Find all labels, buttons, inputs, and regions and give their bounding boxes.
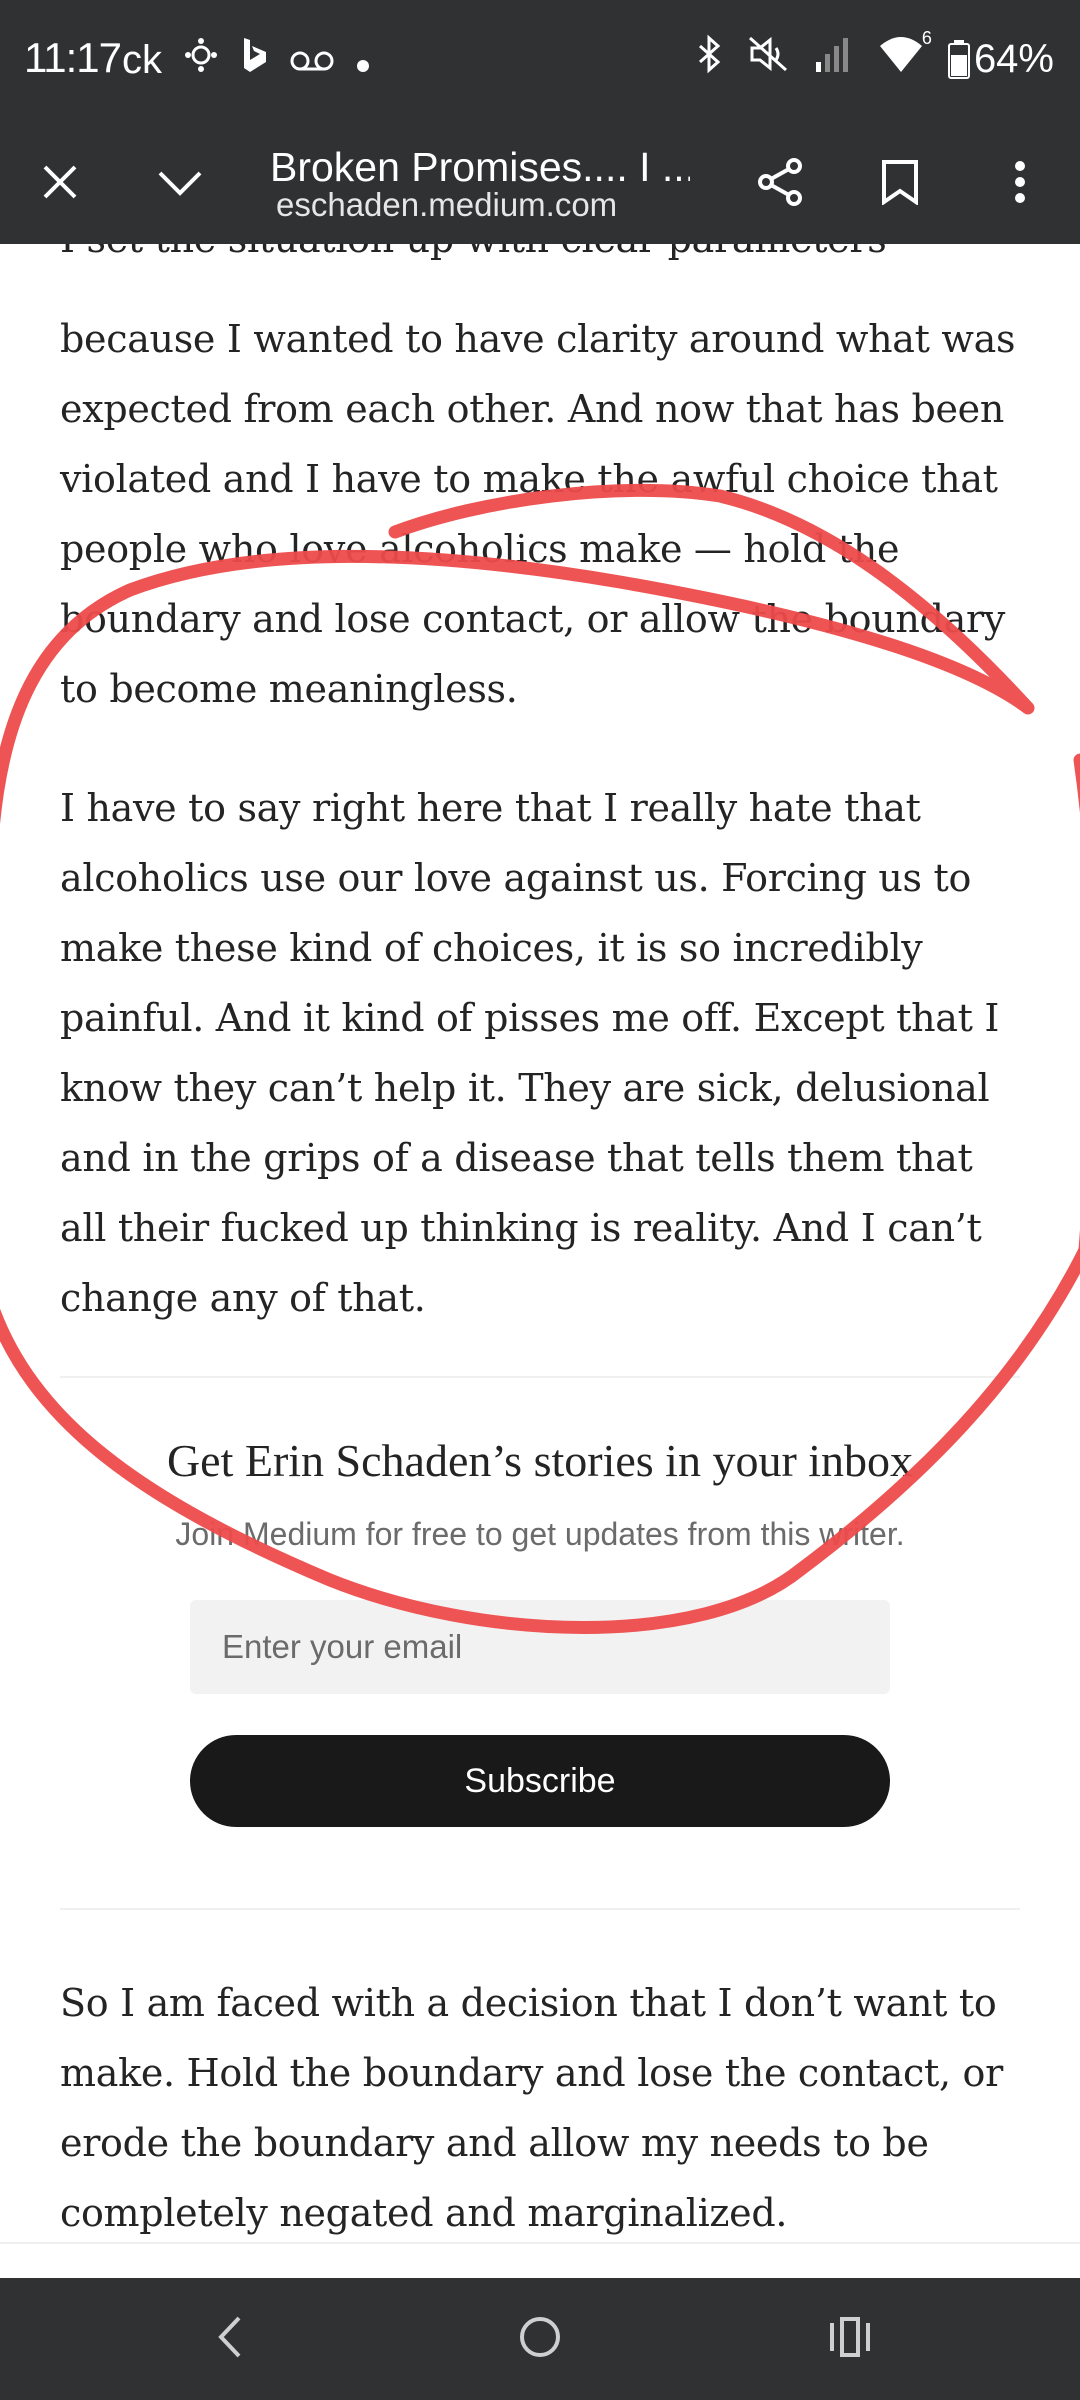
article-paragraph: So I am faced with a decision that I don… (60, 1981, 1003, 2235)
back-button[interactable] (150, 2278, 310, 2400)
voicemail-icon (290, 38, 334, 83)
battery-percent: 64% (973, 36, 1054, 81)
mute-icon (748, 34, 790, 84)
article-paragraph: because I wanted to have clarity around … (60, 317, 1016, 711)
subscribe-button[interactable]: Subscribe (190, 1735, 890, 1827)
chevron-down-icon (156, 167, 204, 202)
recents-icon (828, 2316, 872, 2362)
page-url[interactable]: eschaden.medium.com (276, 186, 617, 224)
close-tab-button[interactable] (10, 124, 110, 244)
signal-icon (814, 34, 854, 84)
system-icons: 6 64% (696, 28, 1054, 84)
bookmark-button[interactable] (850, 124, 950, 244)
notification-icons: ck (122, 36, 370, 84)
back-icon (215, 2314, 245, 2365)
subscribe-subheading: Join Medium for free to get updates from… (175, 1516, 905, 1552)
wifi-badge: 6 (921, 28, 932, 48)
wifi-icon: 6 (878, 28, 932, 84)
home-icon (518, 2315, 562, 2364)
cut-off-line-container: I set the situation up with clear parame… (0, 244, 1080, 278)
minimize-button[interactable] (130, 124, 230, 244)
mobile-data-icon (184, 37, 218, 83)
page-bottom-strip (0, 2242, 1080, 2280)
bing-icon (240, 36, 268, 84)
subscribe-heading: Get Erin Schaden’s stories in your inbox (166, 1435, 914, 1486)
ck-icon: ck (122, 37, 162, 82)
page-title[interactable]: Broken Promises.... I ... (270, 144, 690, 191)
cut-off-line: I set the situation up with clear parame… (60, 244, 1020, 274)
browser-toolbar: Broken Promises.... I ... eschaden.mediu… (0, 124, 1080, 244)
share-button[interactable] (730, 124, 830, 244)
recents-button[interactable] (770, 2278, 930, 2400)
close-icon (41, 163, 79, 206)
more-options-button[interactable] (970, 124, 1070, 244)
status-bar: 11:17 ck 6 64% (0, 0, 1080, 124)
share-icon (756, 157, 804, 211)
more-icon (1014, 160, 1026, 209)
divider (60, 1908, 1020, 1910)
home-button[interactable] (460, 2278, 620, 2400)
dot-icon (356, 38, 370, 83)
status-time: 11:17 (24, 34, 122, 81)
divider (60, 1376, 1020, 1378)
bookmark-icon (881, 159, 919, 210)
battery-icon: 64% (947, 36, 1054, 82)
bluetooth-icon (696, 34, 724, 84)
system-navigation-bar (0, 2278, 1080, 2400)
article-paragraph: I have to say right here that I really h… (60, 786, 1000, 1320)
email-field[interactable] (190, 1600, 890, 1694)
